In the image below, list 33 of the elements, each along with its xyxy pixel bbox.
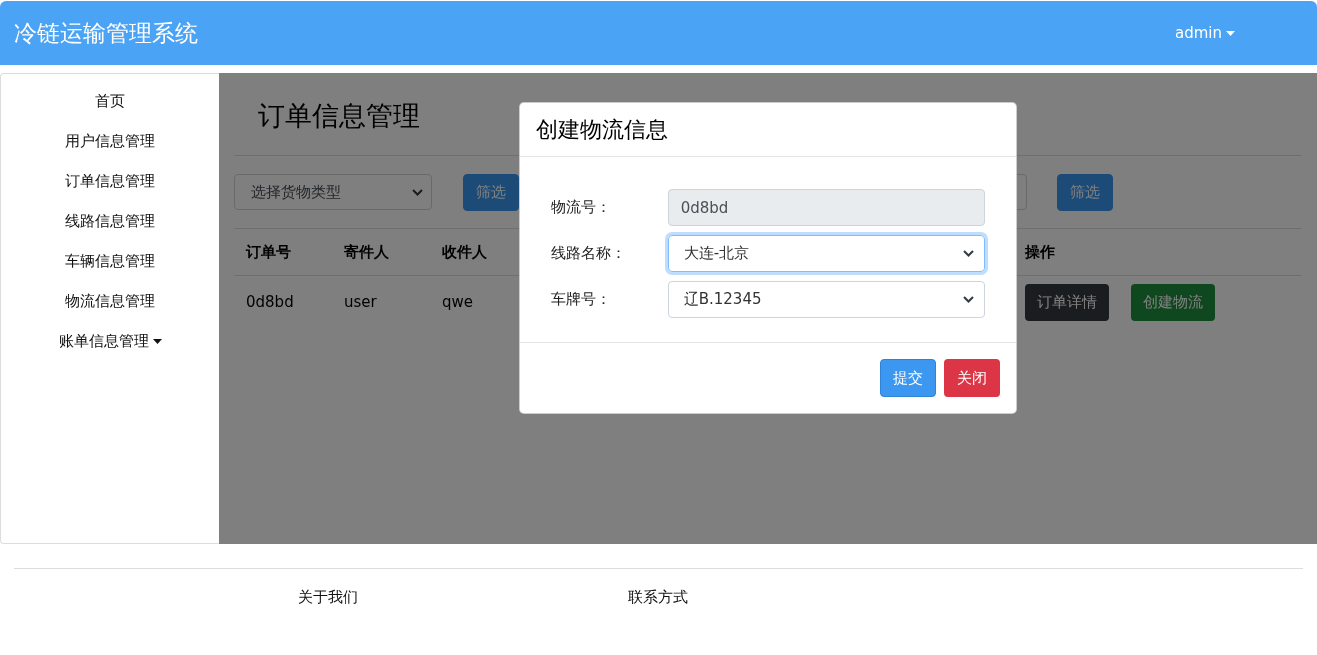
column-header: 订单号 bbox=[246, 242, 292, 262]
sidebar-item[interactable]: 账单信息管理 bbox=[58, 331, 162, 352]
chevron-down-icon bbox=[412, 188, 423, 196]
close-button[interactable]: 关闭 bbox=[944, 359, 1000, 397]
footer-link[interactable]: 联系方式 bbox=[628, 588, 688, 607]
page-title: 订单信息管理 bbox=[257, 99, 420, 133]
sidebar-item[interactable]: 车辆信息管理 bbox=[65, 251, 155, 272]
table-cell-text: 0d8bd bbox=[246, 293, 295, 311]
details-button[interactable]: 订单详情 bbox=[1025, 283, 1109, 321]
cargo-type-select[interactable]: 选择货物类型 bbox=[234, 174, 432, 210]
table-cell-text: qwe bbox=[442, 293, 475, 311]
sidebar-item[interactable]: 物流信息管理 bbox=[65, 291, 155, 312]
tracking-number-field[interactable]: 0d8bd bbox=[667, 189, 985, 226]
sidebar-item[interactable]: 线路信息管理 bbox=[65, 211, 155, 232]
caret-icon bbox=[1226, 30, 1235, 36]
caret-icon bbox=[152, 339, 162, 344]
column-header: 寄件人 bbox=[344, 242, 390, 262]
sidebar-item[interactable]: 首页 bbox=[95, 91, 125, 112]
column-header: 操作 bbox=[1025, 242, 1056, 262]
field-label: 物流号： bbox=[551, 198, 612, 217]
chevron-down-icon bbox=[963, 250, 974, 257]
chevron-down-icon bbox=[963, 296, 974, 303]
plate-select[interactable]: 辽B.12345 bbox=[667, 281, 985, 318]
sidebar-item[interactable]: 用户信息管理 bbox=[65, 131, 155, 152]
footer-link[interactable]: 关于我们 bbox=[298, 588, 358, 607]
modal-title: 创建物流信息 bbox=[536, 115, 668, 144]
column-header: 收件人 bbox=[442, 242, 488, 262]
route-select[interactable]: 大连-北京 bbox=[667, 235, 985, 272]
sidebar-item[interactable]: 订单信息管理 bbox=[65, 171, 155, 192]
field-label: 线路名称： bbox=[551, 244, 627, 263]
app-title: 冷链运输管理系统 bbox=[14, 18, 198, 48]
field-label: 车牌号： bbox=[551, 290, 612, 309]
table-cell-text: user bbox=[344, 293, 378, 311]
